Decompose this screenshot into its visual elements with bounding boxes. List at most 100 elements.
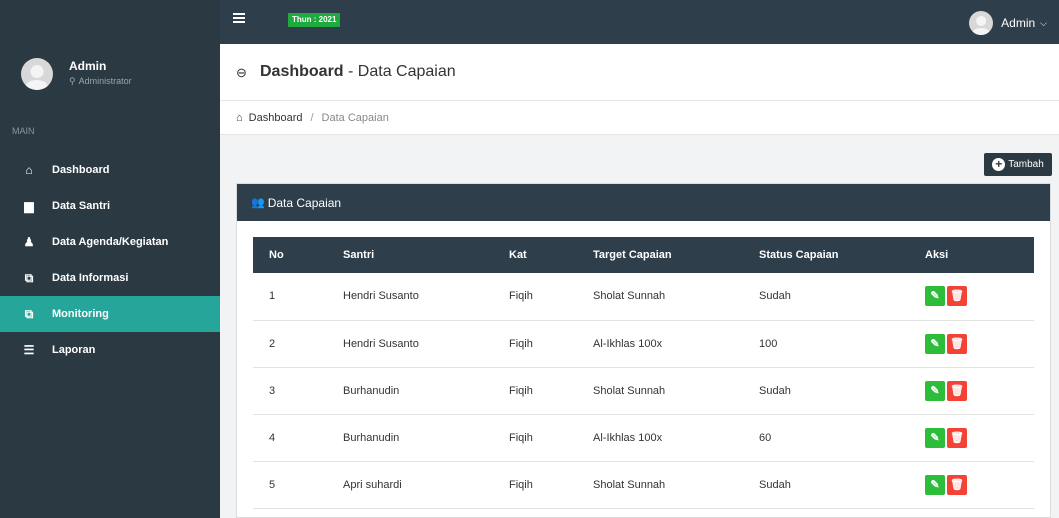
map-marker-icon: ⚲	[69, 76, 76, 86]
avatar	[969, 11, 994, 35]
edit-button[interactable]: ✎	[925, 333, 945, 354]
delete-button[interactable]: 🗑	[947, 286, 967, 307]
sidebar-item-dashboard[interactable]: ⌂ Dashboard	[0, 152, 220, 188]
column-header-santri: Santri	[327, 237, 493, 273]
table-row: 2 Hendri Susanto Fiqih Al-Ikhlas 100x 100 ✎ 🗑	[253, 320, 1034, 368]
sidebar-user-name: Admin	[69, 59, 107, 73]
breadcrumb-separator: /	[310, 111, 314, 124]
cell-kat: Fiqih	[493, 320, 577, 368]
cell-status: 60	[743, 414, 909, 462]
sidebar-item-monitoring[interactable]: ⧉ Monitoring	[0, 296, 220, 332]
cell-santri: Hendri Susanto	[327, 320, 493, 368]
cell-kat: Fiqih	[493, 414, 577, 462]
sidebar-item-data-santri[interactable]: ▆ Data Santri	[0, 188, 220, 224]
cell-kat: Fiqih	[493, 461, 577, 509]
book-icon: ▆	[24, 199, 34, 213]
table-row: 5 Apri suhardi Fiqih Sholat Sunnah Sudah ✎ 🗑	[253, 461, 1034, 509]
cell-target: Al-Ikhlas 100x	[577, 414, 743, 462]
column-header-aksi: Aksi	[909, 237, 1034, 273]
sidebar-item-data-informasi[interactable]: ⧉ Data Informasi	[0, 260, 220, 296]
cell-kat: Fiqih	[493, 273, 577, 321]
table-row: 3 Burhanudin Fiqih Sholat Sunnah Sudah ✎ 🗑	[253, 367, 1034, 415]
column-header-status: Status Capaian	[743, 237, 909, 273]
cell-no: 2	[253, 320, 327, 368]
menu-section-label: MAIN	[12, 126, 35, 136]
user-role-label: Administrator	[78, 76, 132, 86]
panel-title: Data Capaian	[267, 195, 342, 210]
edit-button[interactable]: ✎	[925, 474, 945, 495]
users-icon: 👥	[251, 197, 265, 209]
cell-aksi: ✎ 🗑	[909, 320, 1034, 368]
cell-target: Sholat Sunnah	[577, 461, 743, 509]
delete-button[interactable]: 🗑	[947, 427, 967, 448]
year-badge: Thun : 2021	[288, 13, 341, 27]
breadcrumb: ⌂ Dashboard / Data Capaian	[220, 101, 1059, 135]
edit-button[interactable]: ✎	[925, 286, 945, 307]
edit-button[interactable]: ✎	[925, 427, 945, 448]
table-body: 1 Hendri Susanto Fiqih Sholat Sunnah Sudah ✎ 🗑…	[253, 273, 1034, 509]
delete-button[interactable]: 🗑	[947, 380, 967, 401]
brand-area	[0, 0, 220, 44]
clone-icon: ⧉	[24, 270, 34, 285]
chevron-down-icon: ⌵	[1040, 17, 1047, 28]
cell-status: 100	[743, 320, 909, 368]
user-menu-label: Admin	[1001, 16, 1036, 30]
sidebar-item-label: Data Informasi	[52, 272, 129, 284]
list-icon: ☰	[23, 343, 35, 357]
back-icon[interactable]: ⊖	[236, 65, 247, 81]
sidebar-item-laporan[interactable]: ☰ Laporan	[0, 332, 220, 368]
top-navbar: Thun : 2021 Admin ⌵	[0, 0, 1059, 44]
home-icon[interactable]: ⌂	[236, 112, 243, 124]
data-panel: 👥 Data Capaian No Santri Kat Target Capa…	[236, 183, 1051, 518]
cell-aksi: ✎ 🗑	[909, 414, 1034, 462]
sidebar-menu: ⌂ Dashboard ▆ Data Santri ♟ Data Agenda/Kegia…	[0, 152, 220, 368]
cell-santri: Burhanudin	[327, 367, 493, 415]
user-icon: ♟	[23, 235, 35, 249]
cell-status: Sudah	[743, 273, 909, 321]
table-row: 1 Hendri Susanto Fiqih Sholat Sunnah Sudah ✎ 🗑	[253, 273, 1034, 321]
cell-no: 5	[253, 461, 327, 509]
table-header-row: No Santri Kat Target Capaian Status Capa…	[253, 237, 1034, 273]
sidebar-item-label: Laporan	[52, 344, 96, 356]
page-header: ⊖ Dashboard - Data Capaian	[220, 44, 1059, 101]
table-row: 4 Burhanudin Fiqih Al-Ikhlas 100x 60 ✎ 🗑	[253, 414, 1034, 462]
user-menu[interactable]: Admin ⌵	[969, 10, 1047, 36]
page-title-rest: - Data Capaian	[343, 63, 456, 80]
cell-kat: Fiqih	[493, 367, 577, 415]
clone-icon: ⧉	[24, 306, 34, 321]
sidebar-item-data-agenda-kegiatan[interactable]: ♟ Data Agenda/Kegiatan	[0, 224, 220, 260]
hamburger-icon[interactable]	[233, 13, 245, 25]
avatar	[21, 58, 53, 90]
sidebar: Admin ⚲ Administrator MAIN ⌂ Dashboard ▆ Dat…	[0, 44, 220, 518]
edit-button[interactable]: ✎	[925, 380, 945, 401]
cell-santri: Apri suhardi	[327, 461, 493, 509]
cell-aksi: ✎ 🗑	[909, 461, 1034, 509]
add-button[interactable]: + Tambah	[984, 153, 1052, 176]
cell-status: Sudah	[743, 367, 909, 415]
cell-target: Sholat Sunnah	[577, 273, 743, 321]
panel-heading: 👥 Data Capaian	[237, 184, 1050, 221]
cell-aksi: ✎ 🗑	[909, 367, 1034, 415]
breadcrumb-current: Data Capaian	[321, 111, 389, 124]
home-icon: ⌂	[25, 163, 33, 177]
sidebar-item-label: Monitoring	[52, 308, 109, 320]
sidebar-item-label: Dashboard	[52, 164, 110, 176]
cell-aksi: ✎ 🗑	[909, 273, 1034, 321]
breadcrumb-home[interactable]: Dashboard	[249, 112, 303, 124]
column-header-no: No	[253, 237, 327, 273]
cell-no: 3	[253, 367, 327, 415]
sidebar-item-label: Data Santri	[52, 200, 111, 212]
delete-button[interactable]: 🗑	[947, 333, 967, 354]
add-button-label: Tambah	[1008, 159, 1044, 170]
plus-circle-icon: +	[992, 158, 1006, 171]
sidebar-item-label: Data Agenda/Kegiatan	[52, 236, 169, 248]
cell-no: 4	[253, 414, 327, 462]
cell-target: Al-Ikhlas 100x	[577, 320, 743, 368]
data-table: No Santri Kat Target Capaian Status Capa…	[253, 237, 1034, 509]
sidebar-user-role: ⚲ Administrator	[69, 76, 132, 87]
cell-status: Sudah	[743, 461, 909, 509]
page-title: Dashboard - Data Capaian	[260, 63, 456, 81]
delete-button[interactable]: 🗑	[947, 474, 967, 495]
cell-santri: Hendri Susanto	[327, 273, 493, 321]
sidebar-user-panel: Admin ⚲ Administrator	[0, 44, 220, 101]
